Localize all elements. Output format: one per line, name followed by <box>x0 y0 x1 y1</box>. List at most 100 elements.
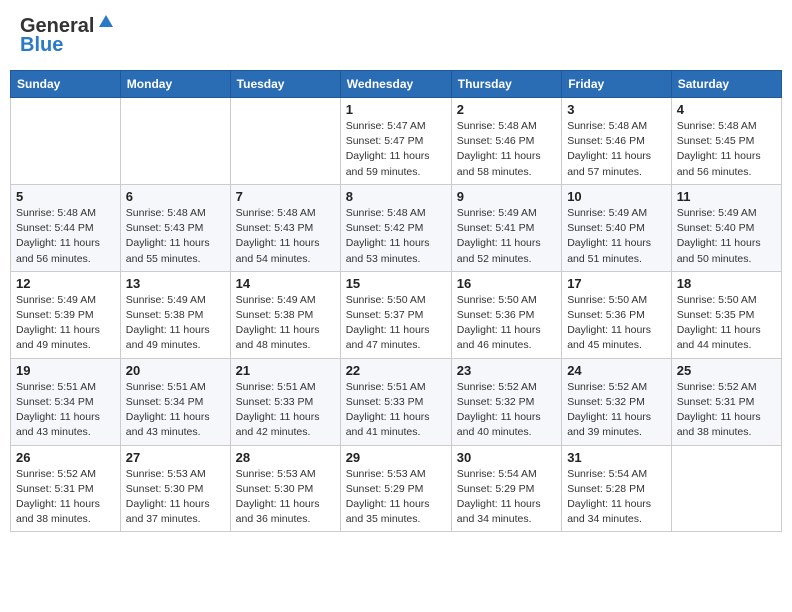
calendar-cell: 23Sunrise: 5:52 AM Sunset: 5:32 PM Dayli… <box>451 358 561 445</box>
week-row-4: 19 Sunrise: 5:51 AM Sunset: 5:34 PM Dayli… <box>11 358 782 445</box>
calendar-cell: 31 Sunrise: 5:54 AM Sunset: 5:28 PM Dayli… <box>562 445 672 532</box>
day-number: 22 <box>346 363 446 378</box>
calendar-cell: 12Sunrise: 5:49 AM Sunset: 5:39 PM Dayli… <box>11 271 121 358</box>
cell-content: Sunrise: 5:52 AM Sunset: 5:31 PM Dayligh… <box>16 467 115 528</box>
calendar-cell: 4Sunrise: 5:48 AM Sunset: 5:45 PM Daylig… <box>671 98 781 185</box>
calendar-cell: 13 Sunrise: 5:49 AM Sunset: 5:38 PM Dayli… <box>120 271 230 358</box>
calendar-cell: 26 Sunrise: 5:52 AM Sunset: 5:31 PM Dayli… <box>11 445 121 532</box>
day-number: 10 <box>567 189 666 204</box>
cell-content: Sunrise: 5:51 AM Sunset: 5:34 PM Dayligh… <box>126 380 225 441</box>
calendar-body: 1 Sunrise: 5:47 AM Sunset: 5:47 PM Daylig… <box>11 98 782 532</box>
cell-content: Sunrise: 5:51 AM Sunset: 5:33 PM Dayligh… <box>346 380 446 441</box>
calendar-cell: 20 Sunrise: 5:51 AM Sunset: 5:34 PM Dayli… <box>120 358 230 445</box>
day-number: 30 <box>457 450 556 465</box>
calendar-cell: 18Sunrise: 5:50 AM Sunset: 5:35 PM Dayli… <box>671 271 781 358</box>
cell-content: Sunrise: 5:48 AM Sunset: 5:44 PM Dayligh… <box>16 206 115 267</box>
day-number: 11 <box>677 189 776 204</box>
day-number: 25 <box>677 363 776 378</box>
calendar-cell: 19Sunrise: 5:51 AM Sunset: 5:34 PM Dayli… <box>11 358 121 445</box>
day-number: 24 <box>567 363 666 378</box>
cell-content: Sunrise: 5:53 AM Sunset: 5:30 PM Dayligh… <box>236 467 335 528</box>
calendar-cell: 28Sunrise: 5:53 AM Sunset: 5:30 PM Dayli… <box>230 445 340 532</box>
day-number: 26 <box>16 450 115 465</box>
day-number: 5 <box>16 189 115 204</box>
cell-content: Sunrise: 5:49 AM Sunset: 5:40 PM Dayligh… <box>677 206 776 267</box>
cell-content: Sunrise: 5:47 AM Sunset: 5:47 PM Dayligh… <box>346 119 446 180</box>
day-header-monday: Monday <box>120 71 230 98</box>
logo-blue-text: Blue <box>20 34 63 57</box>
calendar-cell: 8 Sunrise: 5:48 AM Sunset: 5:42 PM Daylig… <box>340 184 451 271</box>
day-number: 13 <box>126 276 225 291</box>
day-number: 23 <box>457 363 556 378</box>
day-number: 9 <box>457 189 556 204</box>
day-number: 18 <box>677 276 776 291</box>
calendar-cell <box>120 98 230 185</box>
calendar-cell: 10Sunrise: 5:49 AM Sunset: 5:40 PM Dayli… <box>562 184 672 271</box>
week-row-3: 12Sunrise: 5:49 AM Sunset: 5:39 PM Dayli… <box>11 271 782 358</box>
day-number: 2 <box>457 102 556 117</box>
logo: General Blue <box>20 15 115 57</box>
calendar-cell: 21 Sunrise: 5:51 AM Sunset: 5:33 PM Dayli… <box>230 358 340 445</box>
calendar-cell: 6Sunrise: 5:48 AM Sunset: 5:43 PM Daylig… <box>120 184 230 271</box>
calendar-cell: 5 Sunrise: 5:48 AM Sunset: 5:44 PM Daylig… <box>11 184 121 271</box>
calendar-cell: 11 Sunrise: 5:49 AM Sunset: 5:40 PM Dayli… <box>671 184 781 271</box>
day-number: 12 <box>16 276 115 291</box>
cell-content: Sunrise: 5:50 AM Sunset: 5:36 PM Dayligh… <box>567 293 666 354</box>
calendar-cell: 16Sunrise: 5:50 AM Sunset: 5:36 PM Dayli… <box>451 271 561 358</box>
cell-content: Sunrise: 5:49 AM Sunset: 5:38 PM Dayligh… <box>126 293 225 354</box>
cell-content: Sunrise: 5:50 AM Sunset: 5:37 PM Dayligh… <box>346 293 446 354</box>
week-row-5: 26 Sunrise: 5:52 AM Sunset: 5:31 PM Dayli… <box>11 445 782 532</box>
calendar-cell: 29 Sunrise: 5:53 AM Sunset: 5:29 PM Dayli… <box>340 445 451 532</box>
day-number: 31 <box>567 450 666 465</box>
day-number: 8 <box>346 189 446 204</box>
cell-content: Sunrise: 5:48 AM Sunset: 5:43 PM Dayligh… <box>126 206 225 267</box>
cell-content: Sunrise: 5:48 AM Sunset: 5:46 PM Dayligh… <box>457 119 556 180</box>
logo-arrow-icon <box>97 13 115 36</box>
calendar-cell: 25Sunrise: 5:52 AM Sunset: 5:31 PM Dayli… <box>671 358 781 445</box>
cell-content: Sunrise: 5:51 AM Sunset: 5:33 PM Dayligh… <box>236 380 335 441</box>
day-header-saturday: Saturday <box>671 71 781 98</box>
calendar-cell <box>11 98 121 185</box>
cell-content: Sunrise: 5:54 AM Sunset: 5:29 PM Dayligh… <box>457 467 556 528</box>
calendar-cell: 7 Sunrise: 5:48 AM Sunset: 5:43 PM Daylig… <box>230 184 340 271</box>
cell-content: Sunrise: 5:52 AM Sunset: 5:32 PM Dayligh… <box>567 380 666 441</box>
calendar-cell: 30 Sunrise: 5:54 AM Sunset: 5:29 PM Dayli… <box>451 445 561 532</box>
day-number: 7 <box>236 189 335 204</box>
day-number: 19 <box>16 363 115 378</box>
day-number: 15 <box>346 276 446 291</box>
calendar-cell: 1 Sunrise: 5:47 AM Sunset: 5:47 PM Daylig… <box>340 98 451 185</box>
cell-content: Sunrise: 5:53 AM Sunset: 5:29 PM Dayligh… <box>346 467 446 528</box>
calendar-cell: 27Sunrise: 5:53 AM Sunset: 5:30 PM Dayli… <box>120 445 230 532</box>
calendar-cell: 9 Sunrise: 5:49 AM Sunset: 5:41 PM Daylig… <box>451 184 561 271</box>
cell-content: Sunrise: 5:49 AM Sunset: 5:38 PM Dayligh… <box>236 293 335 354</box>
cell-content: Sunrise: 5:49 AM Sunset: 5:41 PM Dayligh… <box>457 206 556 267</box>
day-header-sunday: Sunday <box>11 71 121 98</box>
calendar-cell: 2 Sunrise: 5:48 AM Sunset: 5:46 PM Daylig… <box>451 98 561 185</box>
day-number: 21 <box>236 363 335 378</box>
day-number: 16 <box>457 276 556 291</box>
day-number: 29 <box>346 450 446 465</box>
cell-content: Sunrise: 5:54 AM Sunset: 5:28 PM Dayligh… <box>567 467 666 528</box>
calendar-cell: 22 Sunrise: 5:51 AM Sunset: 5:33 PM Dayli… <box>340 358 451 445</box>
week-row-2: 5 Sunrise: 5:48 AM Sunset: 5:44 PM Daylig… <box>11 184 782 271</box>
day-number: 17 <box>567 276 666 291</box>
day-number: 1 <box>346 102 446 117</box>
page-header: General Blue <box>10 10 782 62</box>
day-header-thursday: Thursday <box>451 71 561 98</box>
cell-content: Sunrise: 5:48 AM Sunset: 5:43 PM Dayligh… <box>236 206 335 267</box>
cell-content: Sunrise: 5:48 AM Sunset: 5:46 PM Dayligh… <box>567 119 666 180</box>
day-header-row: SundayMondayTuesdayWednesdayThursdayFrid… <box>11 71 782 98</box>
day-number: 3 <box>567 102 666 117</box>
cell-content: Sunrise: 5:48 AM Sunset: 5:42 PM Dayligh… <box>346 206 446 267</box>
calendar-cell <box>671 445 781 532</box>
day-number: 14 <box>236 276 335 291</box>
day-number: 27 <box>126 450 225 465</box>
calendar-cell: 14 Sunrise: 5:49 AM Sunset: 5:38 PM Dayli… <box>230 271 340 358</box>
calendar-table: SundayMondayTuesdayWednesdayThursdayFrid… <box>10 70 782 532</box>
day-number: 20 <box>126 363 225 378</box>
calendar-cell: 24 Sunrise: 5:52 AM Sunset: 5:32 PM Dayli… <box>562 358 672 445</box>
day-number: 4 <box>677 102 776 117</box>
week-row-1: 1 Sunrise: 5:47 AM Sunset: 5:47 PM Daylig… <box>11 98 782 185</box>
day-header-friday: Friday <box>562 71 672 98</box>
day-header-tuesday: Tuesday <box>230 71 340 98</box>
